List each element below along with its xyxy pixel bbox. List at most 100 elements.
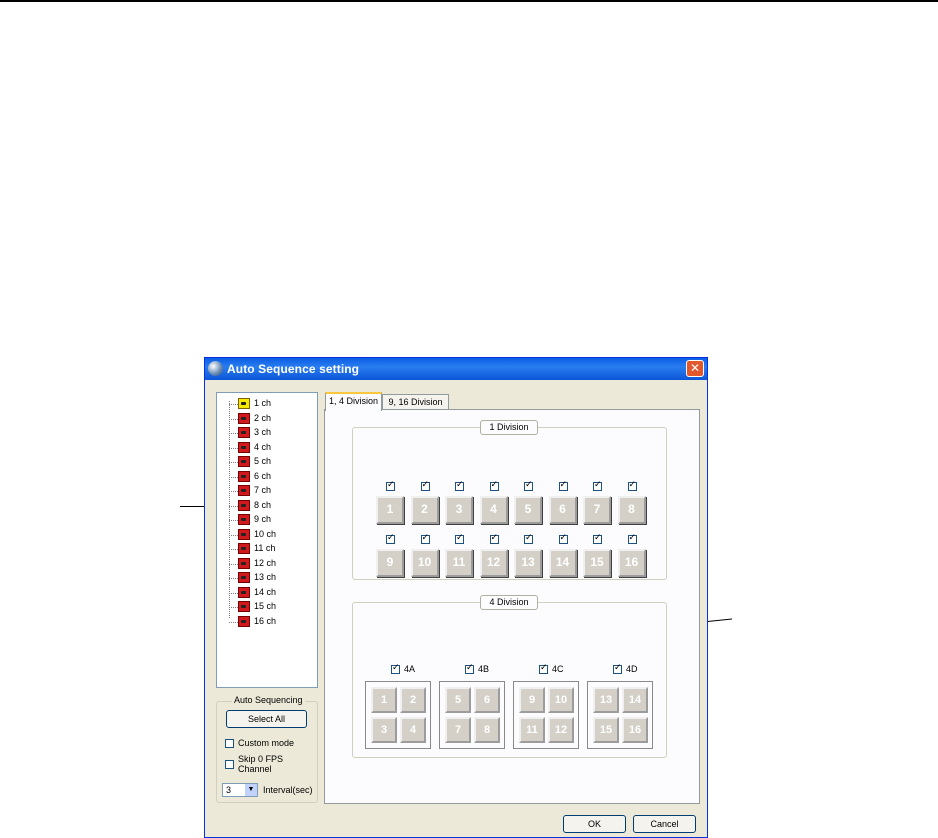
tree-item[interactable]: 4 ch: [217, 441, 317, 455]
tree-item[interactable]: 11 ch: [217, 542, 317, 556]
group-4c-checkbox[interactable]: [539, 662, 548, 674]
group-4b-label: 4B: [478, 664, 490, 674]
tree-item[interactable]: 12 ch: [217, 557, 317, 571]
quad-channel-5-button[interactable]: 5: [445, 687, 471, 713]
quad-channel-10-button[interactable]: 10: [548, 687, 574, 713]
camera-icon: [238, 441, 250, 453]
channel-5-checkbox[interactable]: [524, 479, 533, 491]
channel-8-button[interactable]: 8: [617, 496, 646, 524]
tree-item[interactable]: 3 ch: [217, 426, 317, 440]
quad-channel-16-button[interactable]: 16: [622, 717, 648, 743]
channel-13-button[interactable]: 13: [514, 549, 542, 577]
camera-icon: [238, 572, 250, 583]
camera-icon: [238, 601, 250, 612]
quad-channel-4-button[interactable]: 4: [400, 717, 426, 743]
tree-item[interactable]: 15 ch: [217, 600, 317, 614]
tree-item[interactable]: 8 ch: [217, 499, 317, 513]
channel-6-checkbox[interactable]: [558, 479, 568, 491]
skip-fps-checkbox[interactable]: [225, 760, 234, 769]
tab-1-4-division[interactable]: 1, 4 Division: [325, 392, 382, 411]
tab-9-16-division[interactable]: 9, 16 Division: [382, 394, 449, 410]
quad-channel-3-button[interactable]: 3: [371, 717, 397, 743]
channel-3-checkbox[interactable]: [455, 479, 464, 491]
channel-16-button[interactable]: 16: [617, 549, 646, 577]
tree-item[interactable]: 7 ch: [217, 484, 317, 498]
quad-channel-11-button[interactable]: 11: [519, 717, 545, 743]
group-4a-checkbox[interactable]: [391, 662, 400, 674]
channel-6-button[interactable]: 6: [548, 496, 577, 524]
tree-item-label: 11 ch: [254, 543, 276, 553]
channel-14-button[interactable]: 14: [548, 549, 577, 577]
tree-branch-line: [229, 534, 238, 536]
camera-icon: [238, 514, 250, 525]
group-4b-quad: 5678: [439, 681, 505, 749]
ok-button[interactable]: OK: [563, 815, 626, 833]
channel-16-checkbox[interactable]: [627, 532, 637, 544]
channel-9-checkbox[interactable]: [386, 532, 395, 544]
channel-12-button[interactable]: 12: [479, 549, 508, 577]
division4-title: 4 Division: [480, 595, 538, 610]
quad-channel-7-button[interactable]: 7: [445, 717, 471, 743]
group-4a-label: 4A: [404, 664, 416, 674]
channel-12-checkbox[interactable]: [489, 532, 499, 544]
tree-branch-line: [229, 476, 238, 478]
tree-item[interactable]: 5 ch: [217, 455, 317, 469]
quad-channel-8-button[interactable]: 8: [474, 717, 500, 743]
tree-item[interactable]: 10 ch: [217, 528, 317, 542]
channel-8-checkbox[interactable]: [627, 479, 637, 491]
channel-3-button[interactable]: 3: [445, 496, 473, 524]
channel-11-button[interactable]: 11: [445, 549, 473, 577]
channel-15-button[interactable]: 15: [583, 549, 611, 577]
channel-tree[interactable]: 1 ch 2 ch 3 ch 4 ch 5 ch 6 ch 7 ch 8 ch 9 ch 10 c…: [216, 392, 318, 688]
channel-9-button[interactable]: 9: [376, 549, 404, 577]
channel-1-checkbox[interactable]: [386, 479, 395, 491]
tree-item-label: 16 ch: [254, 615, 277, 626]
camera-icon: [238, 398, 250, 409]
quad-channel-1-button[interactable]: 1: [371, 687, 397, 713]
quad-channel-12-button[interactable]: 12: [548, 717, 574, 743]
tree-item[interactable]: 13 ch: [217, 571, 317, 585]
channel-15-checkbox[interactable]: [593, 532, 602, 544]
group-4b-checkbox[interactable]: [465, 662, 474, 674]
channel-5-button[interactable]: 5: [514, 496, 542, 524]
tree-item[interactable]: 16 ch: [217, 615, 317, 629]
interval-select[interactable]: 3 ▼: [222, 783, 258, 797]
quad-channel-9-button[interactable]: 9: [519, 687, 545, 713]
cancel-button[interactable]: Cancel: [633, 815, 696, 833]
window-title: Auto Sequence setting: [227, 362, 360, 376]
tree-branch-line: [229, 418, 238, 420]
quad-channel-14-button[interactable]: 14: [622, 687, 648, 713]
quad-channel-2-button[interactable]: 2: [400, 687, 426, 713]
channel-2-checkbox[interactable]: [420, 479, 430, 491]
channel-7-checkbox[interactable]: [593, 479, 602, 491]
group-4d-checkbox[interactable]: [613, 662, 622, 674]
channel-10-checkbox[interactable]: [420, 532, 430, 544]
tree-item[interactable]: 1 ch: [217, 397, 317, 411]
quad-channel-15-button[interactable]: 15: [593, 717, 619, 743]
tree-item-label: 2 ch: [254, 412, 272, 423]
channel-11-checkbox[interactable]: [455, 532, 464, 544]
channel-4-checkbox[interactable]: [489, 479, 499, 491]
channel-1-button[interactable]: 1: [376, 496, 404, 524]
chevron-down-icon[interactable]: ▼: [245, 784, 257, 796]
tree-item-label: 7 ch: [254, 485, 272, 495]
channel-13-checkbox[interactable]: [524, 532, 533, 544]
tree-item[interactable]: 2 ch: [217, 412, 317, 426]
tree-item[interactable]: 14 ch: [217, 586, 317, 600]
channel-10-button[interactable]: 10: [410, 549, 439, 577]
custom-mode-label: Custom mode: [238, 738, 295, 748]
tree-item[interactable]: 6 ch: [217, 470, 317, 484]
channel-4-button[interactable]: 4: [479, 496, 508, 524]
quad-channel-6-button[interactable]: 6: [474, 687, 500, 713]
camera-icon: [238, 470, 250, 482]
tree-item[interactable]: 9 ch: [217, 513, 317, 527]
tree-branch-line: [229, 462, 238, 463]
quad-channel-13-button[interactable]: 13: [593, 687, 619, 713]
close-button[interactable]: ✕: [686, 360, 704, 377]
channel-2-button[interactable]: 2: [410, 496, 439, 524]
channel-14-checkbox[interactable]: [558, 532, 568, 544]
custom-mode-checkbox[interactable]: [225, 739, 234, 748]
channel-7-button[interactable]: 7: [583, 496, 611, 524]
select-all-button[interactable]: Select All: [226, 710, 307, 728]
auto-sequencing-title: Auto Sequencing: [232, 695, 305, 705]
